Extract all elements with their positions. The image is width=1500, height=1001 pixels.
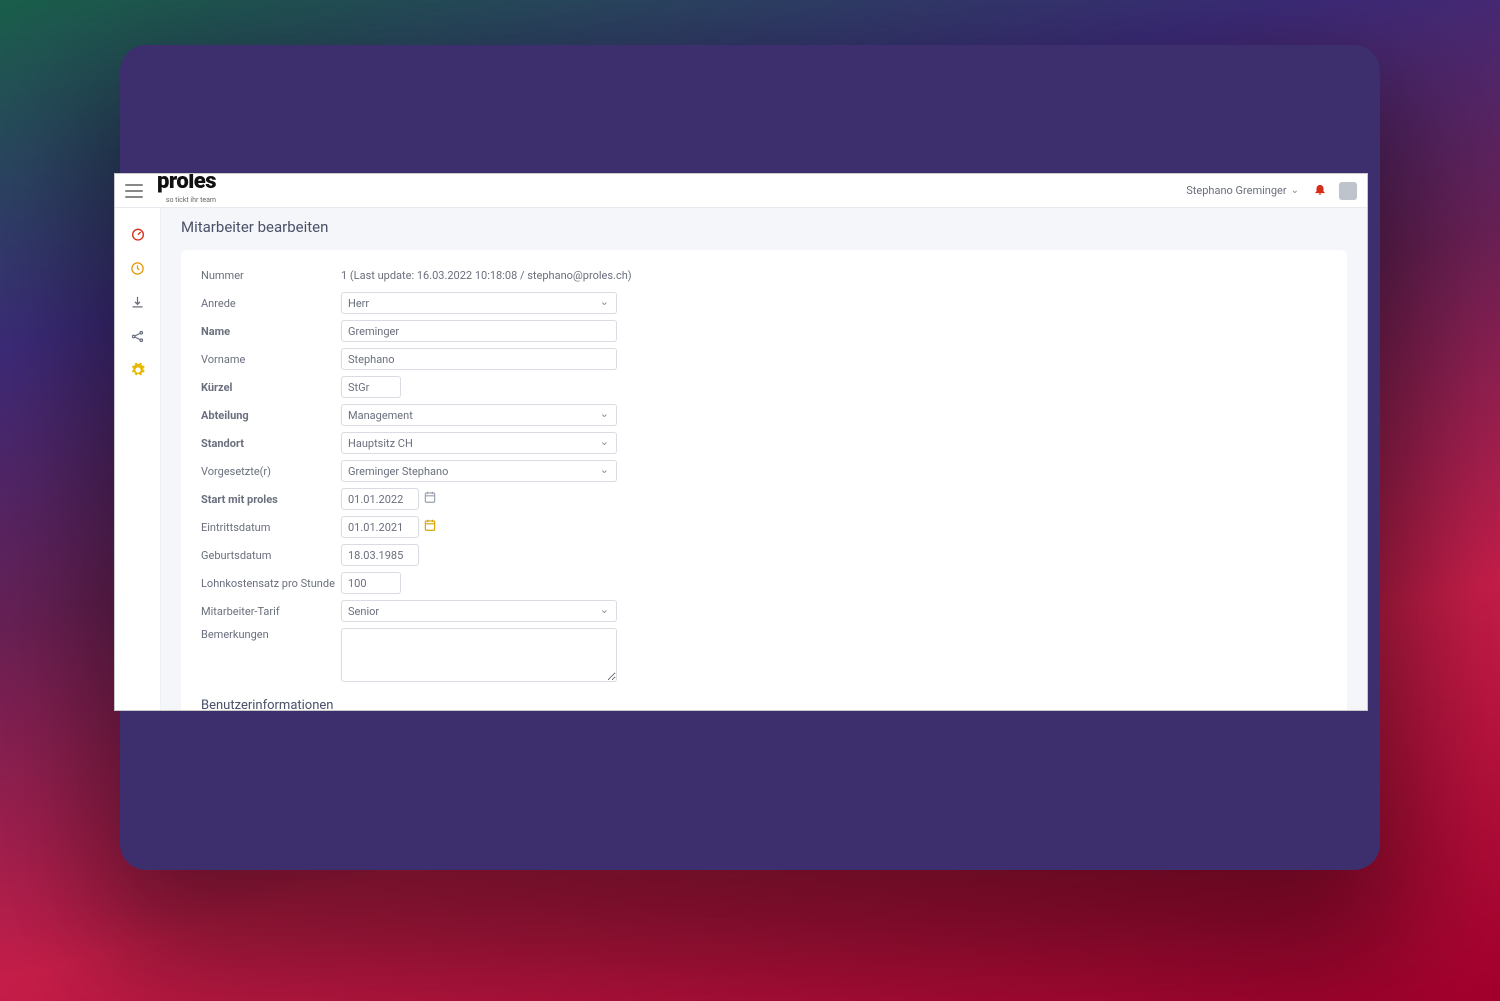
label-vorgesetzter: Vorgesetzte(r) (201, 465, 341, 478)
sidebar-settings-icon[interactable] (128, 360, 148, 380)
label-kuerzel: Kürzel (201, 381, 341, 394)
section-benutzerinfo: Benutzerinformationen (201, 698, 1327, 710)
label-name: Name (201, 325, 341, 338)
user-avatar-icon[interactable] (1339, 182, 1357, 200)
backdrop-panel: proles so tickt ihr team Stephano Gremin… (120, 45, 1380, 870)
select-abteilung[interactable] (341, 404, 617, 426)
select-tarif[interactable] (341, 600, 617, 622)
calendar-icon[interactable] (423, 518, 437, 536)
sidebar-time-icon[interactable] (128, 258, 148, 278)
label-standort: Standort (201, 437, 341, 450)
current-user-name[interactable]: Stephano Greminger (1186, 184, 1286, 197)
sidebar-dashboard-icon[interactable] (128, 224, 148, 244)
label-abteilung: Abteilung (201, 409, 341, 422)
label-nummer: Nummer (201, 269, 341, 282)
select-standort[interactable] (341, 432, 617, 454)
brand-logo: proles so tickt ihr team (157, 173, 216, 209)
main-content: Mitarbeiter bearbeiten Nummer 1 (Last up… (161, 208, 1367, 710)
notifications-bell-icon[interactable] (1313, 182, 1327, 200)
menu-toggle-button[interactable] (125, 184, 143, 198)
sidebar (115, 208, 161, 710)
sidebar-share-icon[interactable] (128, 326, 148, 346)
select-anrede[interactable] (341, 292, 617, 314)
textarea-bemerkungen[interactable] (341, 628, 617, 682)
value-nummer: 1 (Last update: 16.03.2022 10:18:08 / st… (341, 269, 632, 282)
app-window: proles so tickt ihr team Stephano Gremin… (114, 173, 1368, 711)
label-start: Start mit proles (201, 493, 341, 506)
header-bar: proles so tickt ihr team Stephano Gremin… (115, 174, 1367, 208)
form-card: Nummer 1 (Last update: 16.03.2022 10:18:… (181, 250, 1347, 710)
input-geburt-date[interactable] (341, 544, 419, 566)
label-vorname: Vorname (201, 353, 341, 366)
input-vorname[interactable] (341, 348, 617, 370)
label-lohn: Lohnkostensatz pro Stunde (201, 577, 341, 590)
input-name[interactable] (341, 320, 617, 342)
input-lohn[interactable] (341, 572, 401, 594)
label-eintritt: Eintrittsdatum (201, 521, 341, 534)
input-start-date[interactable] (341, 488, 419, 510)
user-menu-caret-icon[interactable]: ⌄ (1291, 185, 1299, 196)
calendar-icon[interactable] (423, 490, 437, 508)
input-kuerzel[interactable] (341, 376, 401, 398)
input-eintritt-date[interactable] (341, 516, 419, 538)
label-tarif: Mitarbeiter-Tarif (201, 605, 341, 618)
label-geburt: Geburtsdatum (201, 549, 341, 562)
select-vorgesetzter[interactable] (341, 460, 617, 482)
sidebar-download-icon[interactable] (128, 292, 148, 312)
page-title: Mitarbeiter bearbeiten (181, 218, 1347, 236)
label-bemerkungen: Bemerkungen (201, 628, 341, 641)
label-anrede: Anrede (201, 297, 341, 310)
